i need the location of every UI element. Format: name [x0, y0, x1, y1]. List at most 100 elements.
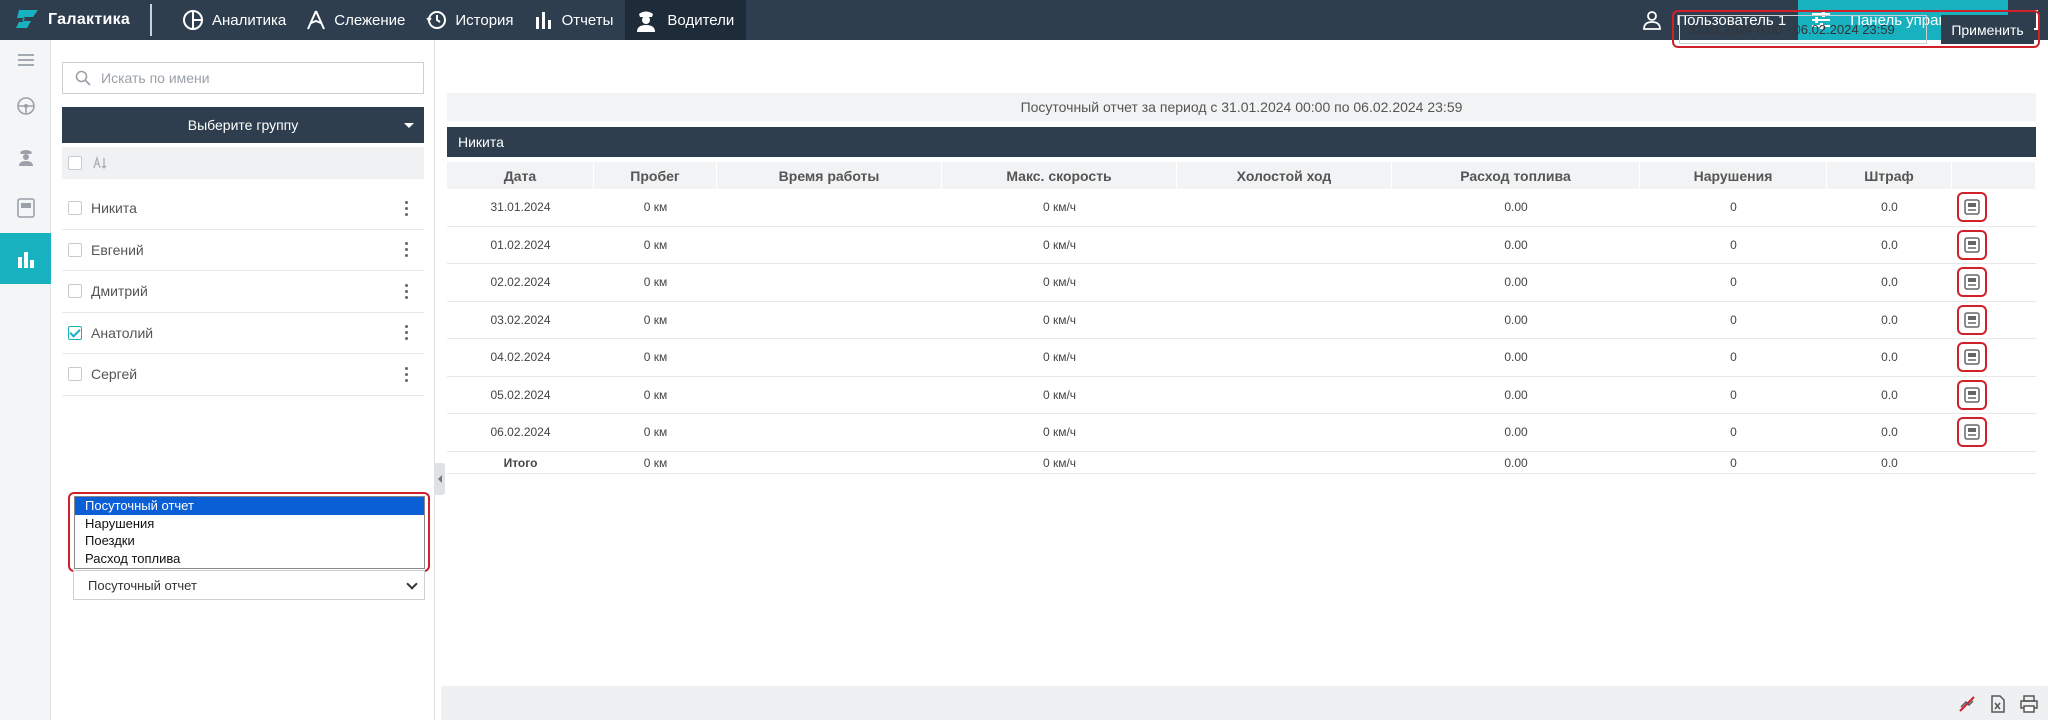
cell-violations: 0	[1730, 275, 1737, 290]
cell-fuel: 0.00	[1504, 237, 1528, 252]
open-report-button[interactable]	[1957, 342, 1987, 373]
col-max-speed[interactable]: Макс. скорость	[942, 162, 1177, 189]
col-fuel[interactable]: Расход топлива	[1392, 162, 1640, 189]
total-violations: 0	[1730, 455, 1737, 470]
nav-reports[interactable]: Отчеты	[526, 0, 626, 40]
more-vertical-icon[interactable]	[396, 364, 416, 384]
collapse-panel-handle[interactable]	[435, 463, 445, 495]
cell-mileage: 0 км	[643, 275, 668, 290]
row-actions	[1952, 339, 2036, 376]
hamburger-icon	[17, 54, 34, 66]
more-vertical-icon[interactable]	[396, 240, 416, 260]
reports-icon	[535, 12, 551, 29]
open-report-button[interactable]	[1957, 192, 1987, 223]
search-input[interactable]: Искать по имени	[62, 62, 424, 94]
open-report-button[interactable]	[1957, 267, 1987, 298]
driver-checkbox[interactable]	[68, 325, 82, 340]
driver-row[interactable]: Сергей	[62, 354, 424, 396]
cell-date: 31.01.2024	[490, 200, 551, 215]
report-period-title: Посуточный отчет за период с 31.01.2024 …	[447, 93, 2036, 121]
report-option[interactable]: Нарушения	[75, 515, 424, 533]
date-range-input[interactable]: 31.01.2024 0:00 - 06.02.2024 23:59	[1679, 15, 1927, 44]
driver-checkbox[interactable]	[68, 367, 82, 382]
analytics-icon	[183, 10, 203, 30]
cell-max-speed: 0 км/ч	[1042, 350, 1077, 365]
nav-tracking[interactable]: Слежение	[298, 0, 417, 40]
driver-icon	[637, 11, 656, 32]
sort-alpha-icon[interactable]	[92, 155, 108, 171]
open-report-button[interactable]	[1957, 417, 1987, 448]
sidebar-item-driver[interactable]	[0, 131, 51, 182]
hide-map-icon[interactable]	[1958, 695, 1976, 713]
table-row: 31.01.2024 0 км 0 км/ч 0.00 0 0.0	[447, 189, 2036, 227]
sidebar-item-reports[interactable]	[0, 233, 51, 284]
driver-checkbox[interactable]	[68, 284, 82, 299]
cell-work-time	[717, 227, 942, 264]
more-vertical-icon[interactable]	[396, 281, 416, 301]
total-fuel: 0.00	[1504, 455, 1528, 470]
driver-row[interactable]: Анатолий	[62, 313, 424, 354]
col-mileage[interactable]: Пробег	[594, 162, 717, 189]
total-work-time	[717, 452, 942, 473]
nav-analytics[interactable]: Аналитика	[174, 0, 298, 40]
select-all-checkbox[interactable]	[68, 156, 82, 170]
col-idle[interactable]: Холостой ход	[1177, 162, 1392, 189]
cell-fuel: 0.00	[1504, 275, 1528, 290]
bottom-toolbar	[441, 686, 2048, 720]
table-row: 05.02.2024 0 км 0 км/ч 0.00 0 0.0	[447, 377, 2036, 414]
chevron-left-icon	[438, 475, 442, 483]
cell-max-speed: 0 км/ч	[1042, 425, 1077, 440]
logo[interactable]: Галактика	[0, 0, 148, 40]
cell-date: 04.02.2024	[490, 350, 551, 365]
col-date[interactable]: Дата	[447, 162, 594, 189]
driver-row[interactable]: Никита	[62, 188, 424, 230]
cell-idle	[1177, 377, 1392, 414]
driver-name: Евгений	[91, 241, 144, 258]
col-work-time[interactable]: Время работы	[717, 162, 942, 189]
report-option[interactable]: Поездки	[75, 532, 424, 550]
col-violations[interactable]: Нарушения	[1640, 162, 1827, 189]
table-header: Дата Пробег Время работы Макс. скорость …	[447, 162, 2036, 189]
nav-history[interactable]: История	[417, 0, 525, 40]
nav-drivers[interactable]: Водители	[625, 0, 747, 40]
open-report-button[interactable]	[1957, 304, 1987, 335]
table-row: 06.02.2024 0 км 0 км/ч 0.00 0 0.0	[447, 414, 2036, 452]
caret-down-icon	[404, 123, 414, 128]
cell-idle	[1177, 339, 1392, 376]
open-report-button[interactable]	[1957, 229, 1987, 260]
total-max-speed: 0 км/ч	[1042, 455, 1077, 470]
cell-date: 06.02.2024	[490, 425, 551, 440]
sidebar-item-steering[interactable]	[0, 80, 51, 131]
menu-toggle[interactable]	[0, 40, 51, 80]
col-fine[interactable]: Штраф	[1827, 162, 1952, 189]
sidebar-item-document[interactable]	[0, 182, 51, 233]
cell-mileage: 0 км	[643, 350, 668, 365]
group-select-button[interactable]: Выберите группу	[62, 107, 424, 143]
cell-work-time	[717, 189, 942, 226]
drivers-list: Никита Евгений Дмитрий Анатолий Сергей	[62, 188, 424, 396]
driver-checkbox[interactable]	[68, 201, 82, 216]
driver-name: Сергей	[91, 366, 138, 383]
nav-drivers-label: Водители	[667, 11, 735, 29]
report-option[interactable]: Расход топлива	[75, 550, 424, 568]
row-actions	[1952, 189, 2036, 226]
print-icon[interactable]	[2020, 695, 2038, 713]
apply-button[interactable]: Применить	[1941, 15, 2034, 44]
report-type-select[interactable]: Посуточный отчет	[73, 570, 425, 600]
more-vertical-icon[interactable]	[396, 198, 416, 218]
driver-name: Никита	[91, 200, 137, 217]
cell-fine: 0.0	[1881, 350, 1898, 365]
report-type-value: Посуточный отчет	[88, 577, 197, 593]
driver-row[interactable]: Дмитрий	[62, 271, 424, 313]
driver-row[interactable]: Евгений	[62, 230, 424, 271]
driver-checkbox[interactable]	[68, 242, 82, 257]
report-option[interactable]: Посуточный отчет	[75, 497, 424, 515]
cell-work-time	[717, 302, 942, 339]
col-actions	[1952, 162, 2036, 189]
open-report-button[interactable]	[1957, 379, 1987, 410]
more-vertical-icon[interactable]	[396, 323, 416, 343]
cell-date: 03.02.2024	[490, 312, 551, 327]
cell-fine: 0.0	[1881, 312, 1898, 327]
steering-wheel-icon	[16, 96, 35, 115]
export-excel-icon[interactable]	[1990, 695, 2006, 713]
